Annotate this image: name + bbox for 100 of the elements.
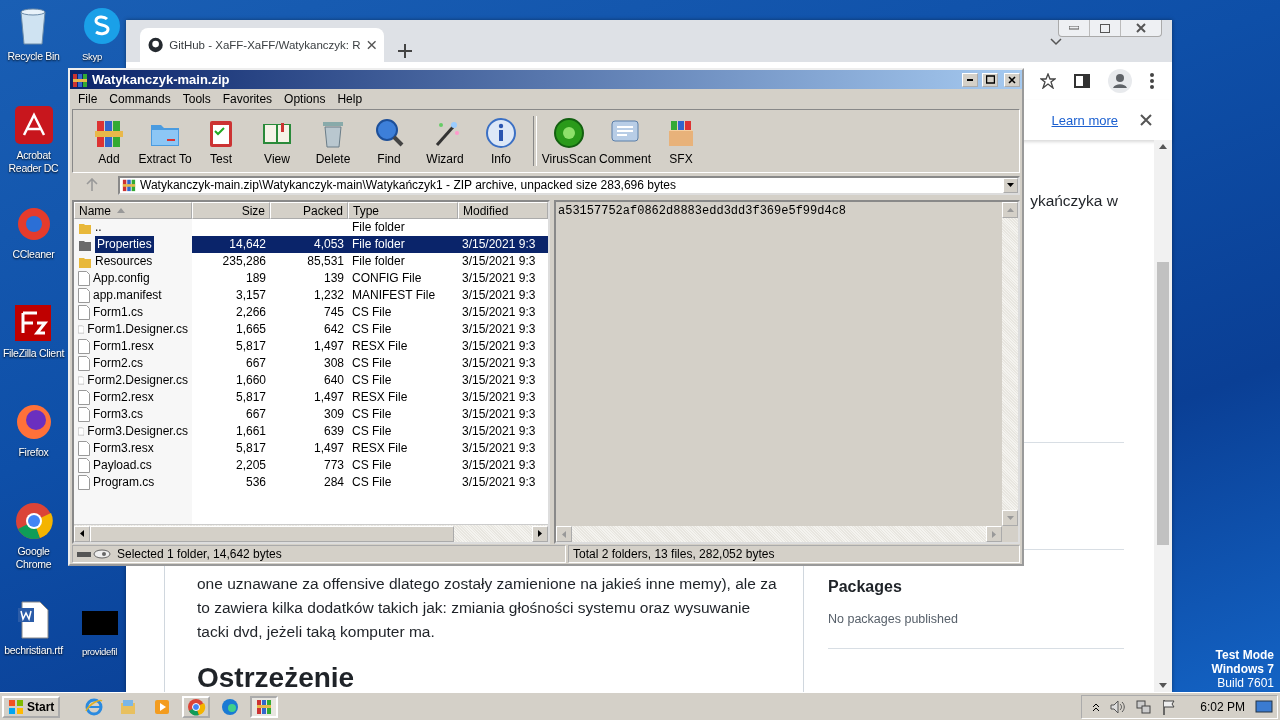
table-cell[interactable]: Program.cs [74,474,192,491]
plus-icon[interactable] [398,44,412,58]
file-row[interactable]: Form1.cs 2,266 745 CS File 3/15/2021 9:3 [74,304,548,321]
chrome-icon[interactable] [13,501,54,541]
column-header[interactable]: Modified [458,202,548,219]
table-cell[interactable]: Form3.resx [74,440,192,457]
table-cell[interactable]: Form3.cs [74,406,192,423]
icon-label[interactable]: providefil [82,645,118,658]
file-row[interactable]: Properties 14,642 4,053 File folder 3/15/2021 9:3 [74,236,548,253]
icon-label[interactable]: bechristian.rtf [4,644,63,657]
file-row[interactable]: Form3.Designer.cs 1,661 639 CS File 3/15/2021 9:3 [74,423,548,440]
github-icon [148,37,164,53]
file-row[interactable]: Form2.resx 5,817 1,497 RESX File 3/15/2021 9:3 [74,389,548,406]
toolbar-button[interactable]: Extract To [137,112,193,170]
toolbar-button[interactable]: VirusScan [541,112,597,170]
table-cell-text: CS File [351,406,393,423]
clock[interactable]: 6:02 PM [1200,699,1245,714]
table-cell[interactable]: Payload.cs [74,457,192,474]
icon-label[interactable]: Acrobat Reader DC [0,149,67,175]
icon-label[interactable]: CCleaner [12,248,55,261]
icon-label[interactable]: FileZilla Client [2,347,65,360]
scrollbar[interactable] [74,524,548,542]
show-desktop-icon[interactable] [1255,698,1273,715]
browser-tab[interactable]: GitHub - XaFF-XaFF/Watykanczyk: R [140,28,384,62]
chevron-icon[interactable] [1050,38,1062,46]
star-icon[interactable] [1040,73,1056,89]
table-cell[interactable]: Form2.Designer.cs [74,372,192,389]
chevron-icon[interactable] [1092,701,1101,712]
table-cell[interactable]: Form1.cs [74,304,192,321]
table-cell[interactable]: .. [74,219,192,236]
menu-item[interactable]: Help [331,91,369,106]
profile-icon[interactable] [1108,69,1132,93]
table-cell[interactable]: Form1.resx [74,338,192,355]
learn-more-link[interactable]: Learn more [1051,112,1118,128]
minimize-button[interactable] [962,72,978,87]
caret-icon [1007,183,1014,187]
close-icon[interactable] [1140,114,1152,126]
network-icon[interactable] [1136,698,1153,715]
file-row[interactable]: Form2.cs 667 308 CS File 3/15/2021 9:3 [74,355,548,372]
column-header[interactable]: Type [348,202,458,219]
file-row[interactable]: Payload.cs 2,205 773 CS File 3/15/2021 9:3 [74,457,548,474]
file-icon [78,475,90,490]
file-row[interactable]: Form1.resx 5,817 1,497 RESX File 3/15/2021 9:3 [74,338,548,355]
table-cell[interactable]: Form1.Designer.cs [74,321,192,338]
file-row[interactable]: app.manifest 3,157 1,232 MANIFEST File 3/15/2021 9:3 [74,287,548,304]
toolbar-button[interactable]: Comment [597,112,653,170]
toolbar-button[interactable]: SFX [653,112,709,170]
menu-item[interactable]: Commands [103,91,177,106]
table-cell[interactable]: Form3.Designer.cs [74,423,192,440]
table-cell-text: 308 [322,355,345,372]
menu-item[interactable]: Options [278,91,332,106]
file-row[interactable]: Form2.Designer.cs 1,660 640 CS File 3/15/2021 9:3 [74,372,548,389]
toolbar-button[interactable]: View [249,112,305,170]
icon-label[interactable]: Firefox [18,446,49,459]
menu-item[interactable]: Tools [176,91,217,106]
file-row[interactable]: Program.cs 536 284 CS File 3/15/2021 9:3 [74,474,548,491]
filezilla-icon[interactable] [13,303,54,343]
file-row[interactable]: App.config 189 139 CONFIG File 3/15/2021 9:3 [74,270,548,287]
speaker-icon[interactable] [1110,699,1127,714]
taskbar-button[interactable] [182,695,211,718]
icon-label[interactable]: Google Chrome [0,545,67,571]
file-row[interactable]: Form3.resx 5,817 1,497 RESX File 3/15/2021 9:3 [74,440,548,457]
table-cell[interactable]: App.config [74,270,192,287]
toolbar-button[interactable]: Info [473,112,529,170]
toolbar-button[interactable]: Wizard [417,112,473,170]
icon-label[interactable]: Recycle Bin [7,50,60,63]
up-arrow-icon[interactable] [1159,144,1167,149]
toolbar-button[interactable]: Test [193,112,249,170]
toolbar-button[interactable]: Delete [305,112,361,170]
left-arrow-icon[interactable] [80,530,84,537]
dropdown-button[interactable] [1003,177,1018,193]
column-header[interactable]: Size [192,202,270,219]
file-row[interactable]: Form1.Designer.cs 1,665 642 CS File 3/15/2021 9:3 [74,321,548,338]
table-cell[interactable]: Resources [74,253,192,270]
file-row[interactable]: Resources 235,286 85,531 File folder 3/15/2021 9:3 [74,253,548,270]
table-cell[interactable]: app.manifest [74,287,192,304]
down-arrow-icon[interactable] [1159,683,1167,688]
toolbar-button[interactable]: Find [361,112,417,170]
table-cell[interactable]: Form2.resx [74,389,192,406]
column-header[interactable]: Name [74,202,192,219]
side-panel-icon[interactable] [1074,73,1090,89]
scrollbar[interactable] [1154,140,1172,692]
toolbar-button[interactable]: Add [81,112,137,170]
flag-icon[interactable] [1162,698,1177,715]
file-row[interactable]: Form3.cs 667 309 CS File 3/15/2021 9:3 [74,406,548,423]
column-header[interactable]: Packed [270,202,348,219]
icon-label[interactable]: Skyp [82,50,102,63]
menu-icon[interactable] [1150,73,1154,89]
file-row[interactable]: .. File folder [74,219,548,236]
acrobat-icon[interactable] [13,105,54,145]
menu-item[interactable]: Favorites [216,91,279,106]
skype-icon[interactable] [82,6,122,46]
maximize-button[interactable] [982,72,998,87]
close-icon[interactable] [366,40,376,50]
menu-item[interactable]: File [72,91,104,106]
table-cell[interactable]: Form2.cs [74,355,192,372]
path-field[interactable]: Watykanczyk-main.zip\Watykanczyk-main\Watykańczyk1 - ZIP archive, unpacked size 283,696 bytes [118,175,1020,195]
right-arrow-icon[interactable] [538,530,542,537]
start-button[interactable]: Start [2,695,61,718]
taskbar-button[interactable] [250,695,279,718]
